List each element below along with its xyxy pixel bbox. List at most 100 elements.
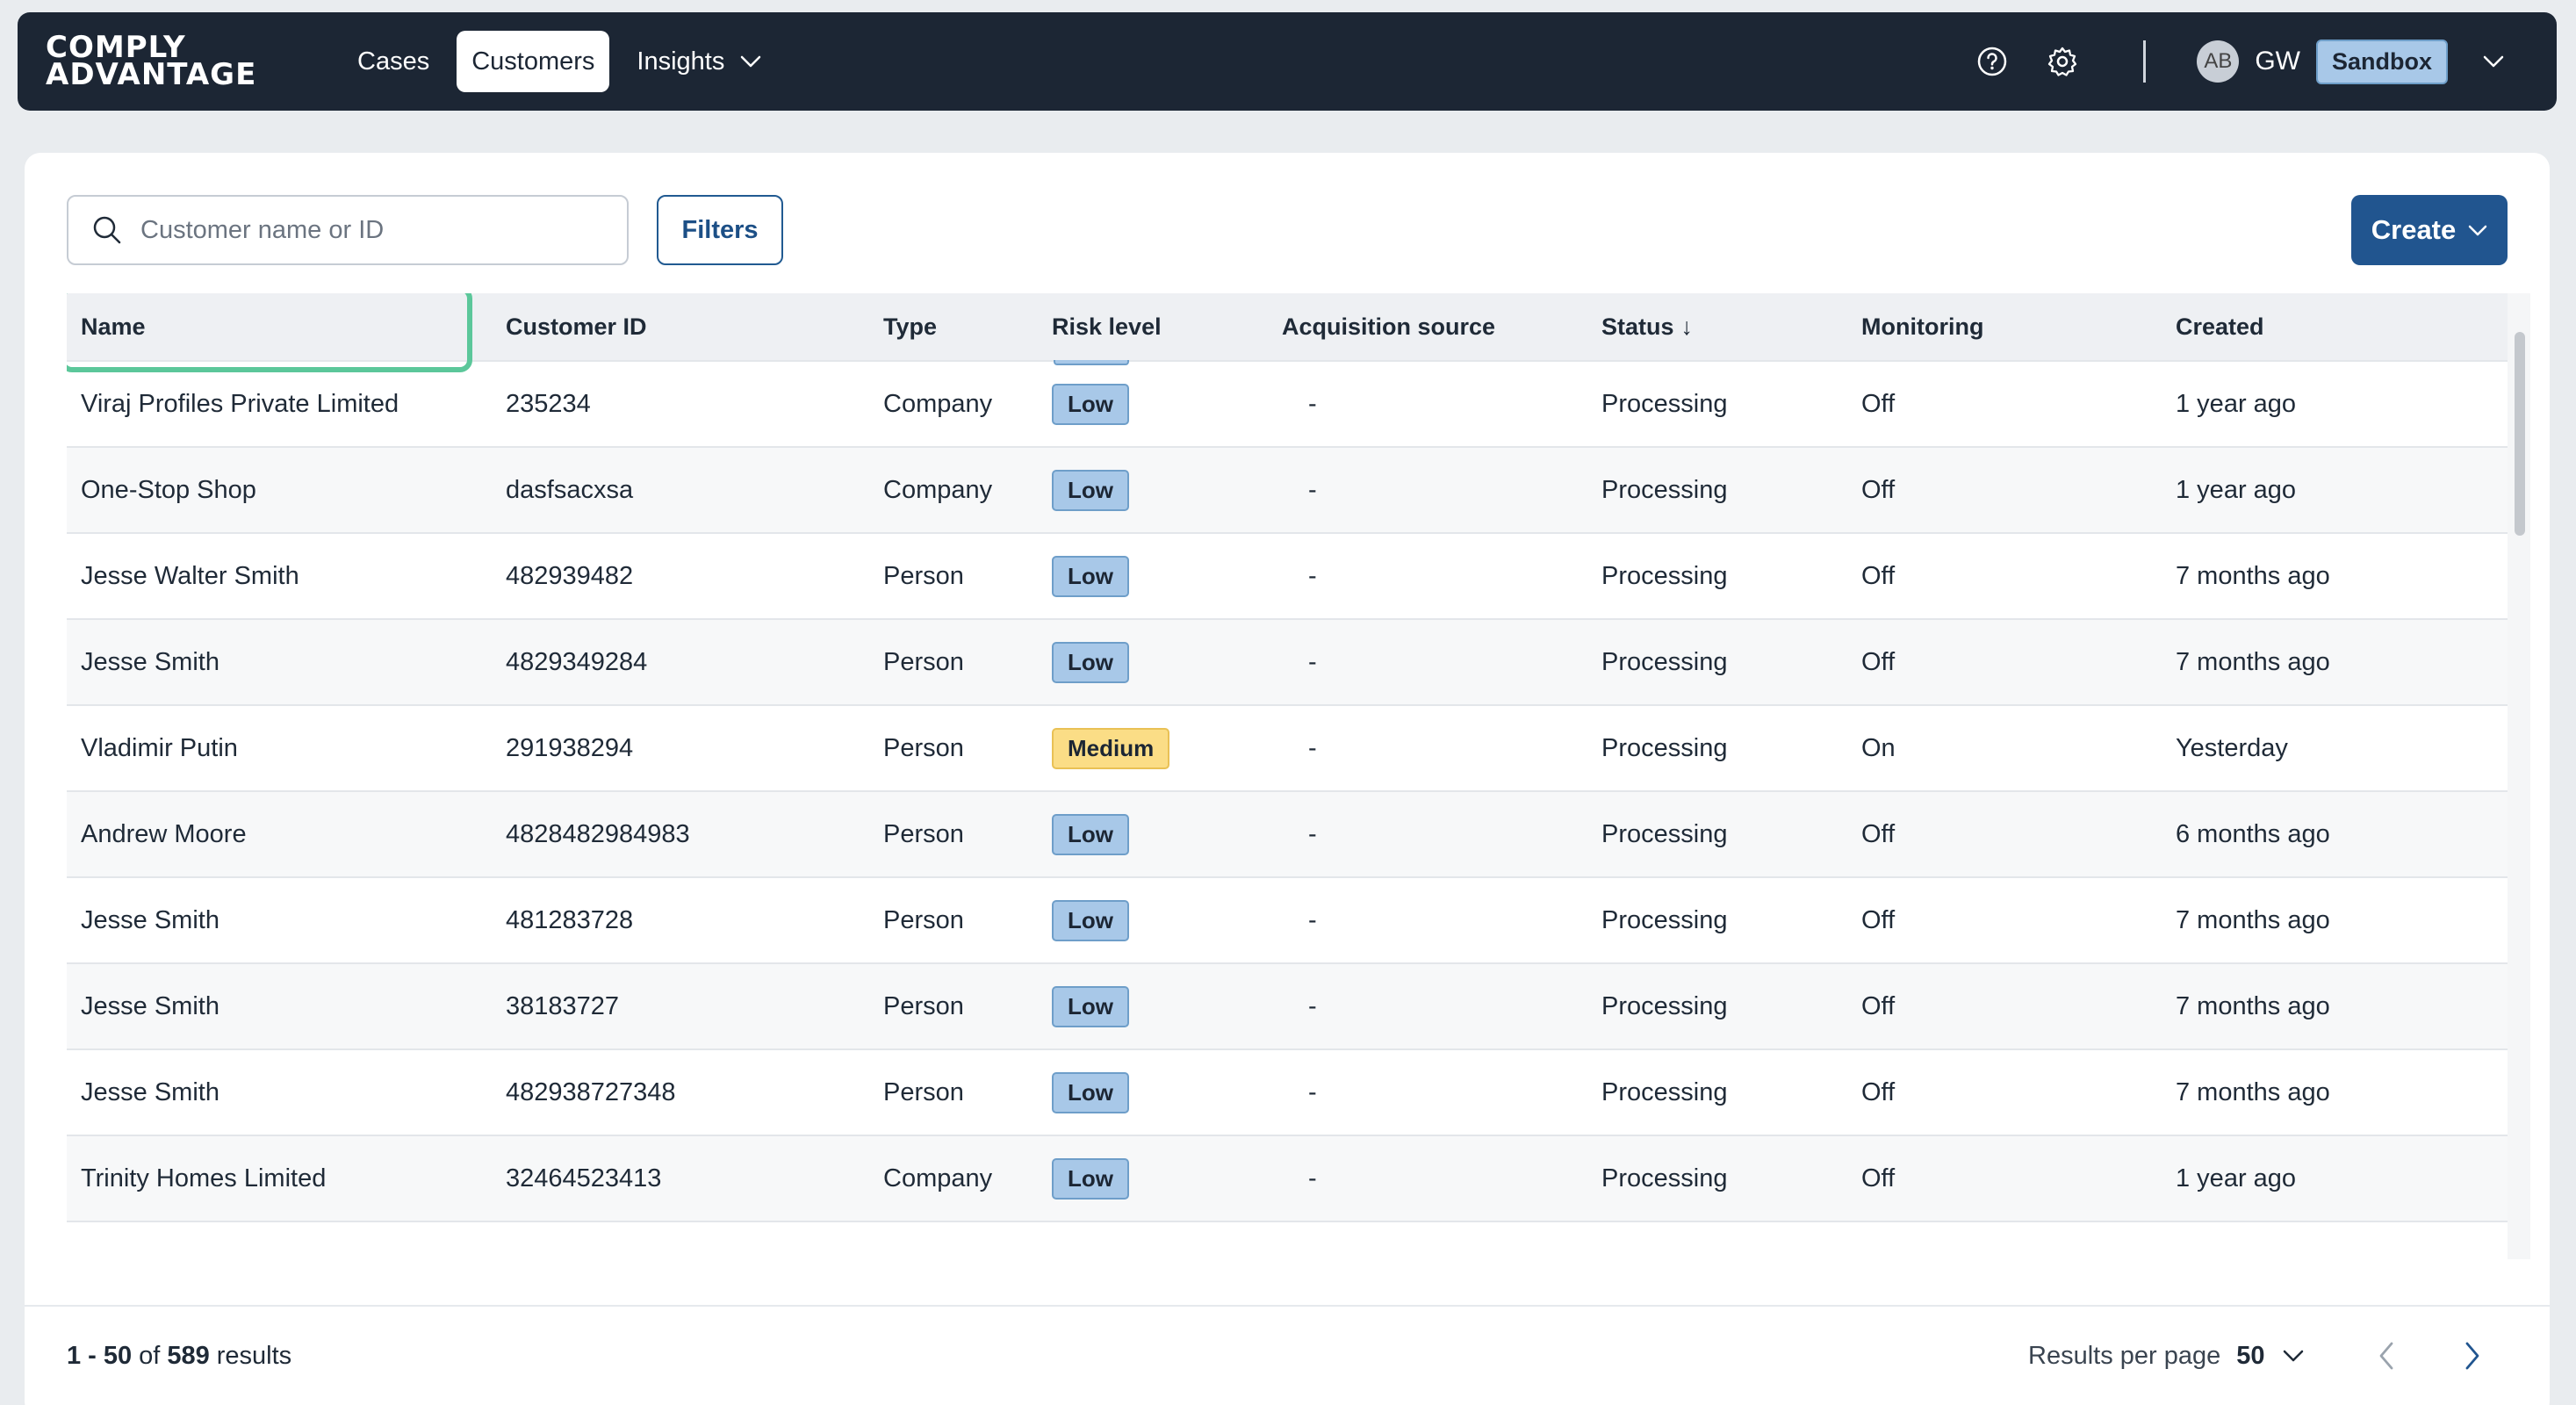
column-header-status[interactable]: Status ↓ <box>1601 313 1693 341</box>
scrollbar-thumb[interactable] <box>2515 332 2525 536</box>
risk-badge: Low <box>1052 383 1129 425</box>
environment-badge: Sandbox <box>2315 39 2448 84</box>
column-header-monitoring[interactable]: Monitoring <box>1861 313 1983 341</box>
cell-type: Person <box>883 647 964 676</box>
cell-acquisition-source: - <box>1308 389 1317 418</box>
create-button[interactable]: Create <box>2351 195 2508 265</box>
column-header-type[interactable]: Type <box>883 313 937 341</box>
cell-customer-id: dasfsacxsa <box>506 475 634 504</box>
customers-card: Filters Create Name Customer ID Type Ris… <box>25 153 2550 1405</box>
cell-name: Jesse Smith <box>81 991 219 1020</box>
cell-customer-id: 291938294 <box>506 733 634 762</box>
logo-line2: ADVANTAGE <box>46 57 257 92</box>
cell-status: Processing <box>1601 1077 1728 1106</box>
table-row[interactable]: Vladimir Putin 291938294 Person Medium -… <box>67 704 2508 790</box>
table-row[interactable] <box>67 1221 2508 1259</box>
table-row[interactable]: Jesse Walter Smith 482939482 Person Low … <box>67 532 2508 618</box>
cell-name: Jesse Walter Smith <box>81 561 299 590</box>
cell-risk-level: Low <box>1052 1050 1129 1135</box>
results-per-page-select[interactable]: 50 <box>2236 1342 2303 1371</box>
settings-icon[interactable] <box>2043 42 2082 81</box>
table-row[interactable]: Jesse Smith 482938727348 Person Low - Pr… <box>67 1048 2508 1135</box>
table-row[interactable]: Jesse Smith 481283728 Person Low - Proce… <box>67 876 2508 962</box>
help-icon[interactable] <box>1973 42 2011 81</box>
cell-created: 7 months ago <box>2176 1077 2330 1106</box>
cell-name: Viraj Profiles Private Limited <box>81 389 399 418</box>
risk-badge: Low <box>1052 1071 1129 1113</box>
cell-type: Person <box>883 561 964 590</box>
main-nav: Cases Customers Insights <box>342 31 788 92</box>
cell-type: Person <box>883 733 964 762</box>
cell-customer-id: 38183727 <box>506 991 620 1020</box>
cell-risk-level: Low <box>1052 448 1129 532</box>
cell-status: Processing <box>1601 389 1728 418</box>
chevron-right-icon[interactable] <box>2451 1335 2493 1377</box>
table-row[interactable]: Trinity Homes Limited 32464523413 Compan… <box>67 1135 2508 1221</box>
nav-item-cases[interactable]: Cases <box>342 31 444 92</box>
cell-status: Processing <box>1601 991 1728 1020</box>
logo[interactable]: COMPLY ADVANTAGE <box>46 32 309 92</box>
nav-item-customers[interactable]: Customers <box>457 31 610 92</box>
divider <box>25 1305 2550 1307</box>
cell-customer-id: 482939482 <box>506 561 634 590</box>
results-range: 1 - 50 <box>67 1341 133 1370</box>
cell-monitoring: Off <box>1861 991 1896 1020</box>
cell-customer-id: 481283728 <box>506 905 634 934</box>
table-row[interactable]: Viraj Profiles Private Limited 235234 Co… <box>67 360 2508 446</box>
cell-acquisition-source: - <box>1308 991 1317 1020</box>
table-row[interactable]: One-Stop Shop dasfsacxsa Company Low - P… <box>67 446 2508 532</box>
cell-acquisition-source: - <box>1308 733 1317 762</box>
column-header-customer-id[interactable]: Customer ID <box>506 313 647 341</box>
cell-customer-id: 482938727348 <box>506 1077 676 1106</box>
table-row[interactable]: Jesse Smith 4829349284 Person Low - Proc… <box>67 618 2508 704</box>
cell-status: Processing <box>1601 647 1728 676</box>
column-header-risk-level[interactable]: Risk level <box>1052 313 1162 341</box>
chevron-down-icon <box>2283 1350 2304 1362</box>
cell-acquisition-source: - <box>1308 561 1317 590</box>
divider <box>2143 40 2147 83</box>
column-header-acquisition-source[interactable]: Acquisition source <box>1282 313 1495 341</box>
chevron-down-icon[interactable] <box>2483 55 2504 68</box>
search-icon <box>91 214 123 246</box>
cell-name: Jesse Smith <box>81 905 219 934</box>
cell-customer-id: 4828482984983 <box>506 819 690 848</box>
cell-risk-level: Low <box>1052 964 1129 1048</box>
filters-button[interactable]: Filters <box>657 195 783 265</box>
customers-table: Name Customer ID Type Risk level Acquisi… <box>67 293 2530 1259</box>
risk-badge: Low <box>1052 985 1129 1027</box>
cell-customer-id: 235234 <box>506 389 591 418</box>
results-per-page-value: 50 <box>2236 1341 2265 1370</box>
cell-created: 1 year ago <box>2176 475 2297 504</box>
cell-monitoring: Off <box>1861 819 1896 848</box>
user-initials[interactable]: GW <box>2255 47 2300 76</box>
risk-badge: Low <box>1052 813 1129 855</box>
cell-acquisition-source: - <box>1308 647 1317 676</box>
cell-status: Processing <box>1601 905 1728 934</box>
risk-badge: Low <box>1052 555 1129 597</box>
nav-item-label: Cases <box>357 47 430 76</box>
cell-risk-level: Low <box>1052 792 1129 876</box>
cell-status: Processing <box>1601 561 1728 590</box>
chevron-left-icon[interactable] <box>2365 1335 2407 1377</box>
nav-item-insights[interactable]: Insights <box>622 31 776 92</box>
cell-risk-level: Low <box>1052 534 1129 618</box>
table-row[interactable]: Jesse Smith 38183727 Person Low - Proces… <box>67 962 2508 1048</box>
cell-risk-level: Medium <box>1052 706 1170 790</box>
results-total: 589 <box>167 1341 210 1370</box>
avatar[interactable]: AB <box>2197 40 2240 83</box>
column-header-created[interactable]: Created <box>2176 313 2264 341</box>
search-field[interactable] <box>67 195 629 265</box>
table-row[interactable]: Andrew Moore 4828482984983 Person Low - … <box>67 790 2508 876</box>
cell-created: 7 months ago <box>2176 647 2330 676</box>
scrollbar[interactable] <box>2508 293 2530 1259</box>
cell-monitoring: Off <box>1861 1164 1896 1192</box>
cell-monitoring: Off <box>1861 1077 1896 1106</box>
chevron-down-icon <box>740 55 761 68</box>
cell-name: Andrew Moore <box>81 819 247 848</box>
cell-acquisition-source: - <box>1308 1164 1317 1192</box>
nav-item-label: Insights <box>637 47 725 76</box>
cell-type: Person <box>883 819 964 848</box>
cell-created: 7 months ago <box>2176 905 2330 934</box>
search-input[interactable] <box>140 215 597 245</box>
cell-name: Jesse Smith <box>81 647 219 676</box>
